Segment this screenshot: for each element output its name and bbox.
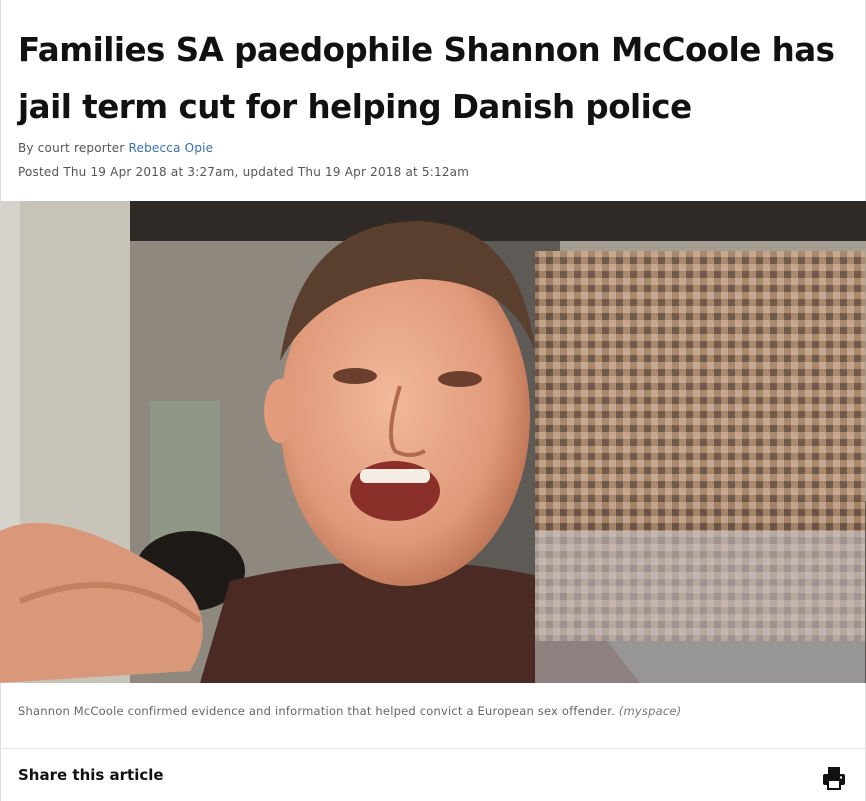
article-photo xyxy=(0,201,866,683)
photo-illustration xyxy=(0,201,866,683)
photo-caption: Shannon McCoole confirmed evidence and i… xyxy=(18,704,681,718)
article-headline: Families SA paedophile Shannon McCoole h… xyxy=(18,31,835,126)
byline: By court reporter Rebecca Opie xyxy=(18,141,213,155)
byline-prefix: By court reporter xyxy=(18,141,129,155)
print-button[interactable] xyxy=(820,764,848,792)
dateline: Posted Thu 19 Apr 2018 at 3:27am, update… xyxy=(18,165,470,179)
print-icon xyxy=(823,767,845,790)
divider xyxy=(0,748,866,749)
caption-text: Shannon McCoole confirmed evidence and i… xyxy=(18,704,619,718)
author-link[interactable]: Rebecca Opie xyxy=(129,141,214,155)
share-article-label: Share this article xyxy=(18,766,164,784)
caption-source: (myspace) xyxy=(618,704,682,718)
